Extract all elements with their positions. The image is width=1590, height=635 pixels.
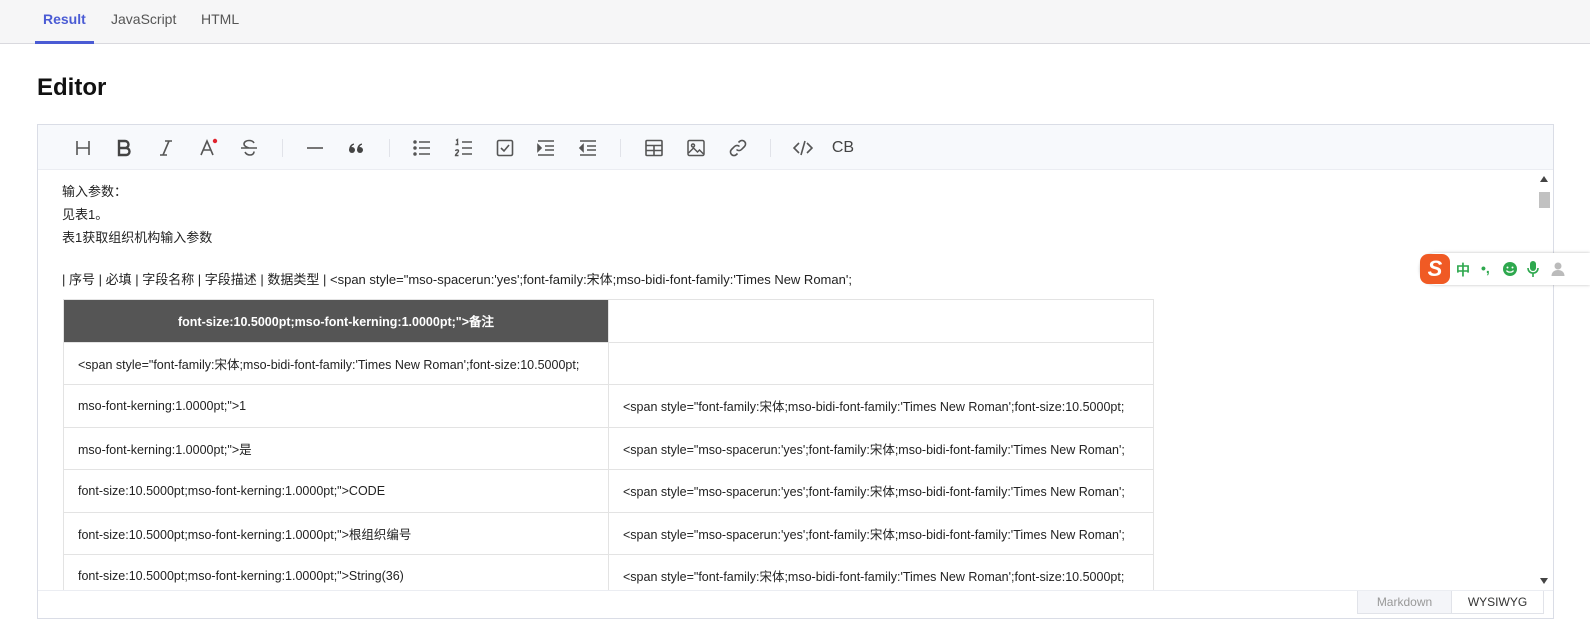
content-table: font-size:10.5000pt;mso-font-kerning:1.0… xyxy=(63,299,1154,590)
code-button[interactable] xyxy=(790,135,816,161)
strikethrough-icon xyxy=(241,139,257,156)
toolbar-divider xyxy=(770,139,771,157)
ime-language-toggle[interactable]: 中 xyxy=(1456,260,1470,280)
image-button[interactable] xyxy=(683,135,709,161)
bold-icon xyxy=(117,139,131,157)
table-cell[interactable]: font-size:10.5000pt;mso-font-kerning:1.0… xyxy=(63,469,609,513)
tab-javascript[interactable]: JavaScript xyxy=(111,0,176,44)
quote-icon xyxy=(349,143,363,153)
tab-bar: Result JavaScript HTML xyxy=(0,0,1590,44)
italic-icon xyxy=(160,140,172,156)
table-row: font-size:10.5000pt;mso-font-kerning:1.0… xyxy=(63,554,1154,590)
table-icon xyxy=(645,139,663,157)
wysiwyg-mode-button[interactable]: WYSIWYG xyxy=(1451,591,1544,614)
emoji-icon[interactable] xyxy=(1502,261,1518,277)
table-row: <span style="font-family:宋体;mso-bidi-fon… xyxy=(63,341,1154,385)
ime-toolbar[interactable]: S 中 •, xyxy=(1420,253,1590,285)
task-list-icon xyxy=(496,139,514,157)
bullet-list-icon xyxy=(413,140,430,156)
toolbar-divider xyxy=(389,139,390,157)
heading-button[interactable] xyxy=(70,135,96,161)
table-header-cell[interactable] xyxy=(608,299,1154,343)
ordered-list-icon xyxy=(454,138,472,157)
task-list-button[interactable] xyxy=(492,135,518,161)
table-row: font-size:10.5000pt;mso-font-kerning:1.0… xyxy=(63,469,1154,513)
paragraph: 输入参数： xyxy=(62,184,128,199)
table-header-row: font-size:10.5000pt;mso-font-kerning:1.0… xyxy=(63,299,1154,343)
markdown-mode-button[interactable]: Markdown xyxy=(1357,591,1452,614)
bullet-list-button[interactable] xyxy=(409,135,435,161)
table-cell[interactable]: font-size:10.5000pt;mso-font-kerning:1.0… xyxy=(63,511,609,555)
user-icon[interactable] xyxy=(1550,261,1566,277)
table-row: font-size:10.5000pt;mso-font-kerning:1.0… xyxy=(63,511,1154,555)
italic-button[interactable] xyxy=(153,135,179,161)
link-button[interactable] xyxy=(725,135,751,161)
editor-content[interactable]: 输入参数： 见表1。 表1获取组织机构输入参数 | 序号 | 必填 | 字段名称… xyxy=(38,170,1536,590)
scroll-down-arrow-icon[interactable] xyxy=(1540,578,1548,584)
codeblock-button[interactable]: CB xyxy=(830,135,856,161)
quote-button[interactable] xyxy=(343,135,369,161)
table-button[interactable] xyxy=(641,135,667,161)
hr-button[interactable] xyxy=(302,135,328,161)
table-row: mso-font-kerning:1.0000pt;">是 <span styl… xyxy=(63,426,1154,470)
toolbar-divider xyxy=(620,139,621,157)
microphone-icon[interactable] xyxy=(1526,260,1540,278)
table-cell[interactable]: <span style="font-family:宋体;mso-bidi-fon… xyxy=(63,341,609,385)
link-icon xyxy=(729,139,747,157)
indent-button[interactable] xyxy=(533,135,559,161)
image-icon xyxy=(687,139,705,157)
table-row: mso-font-kerning:1.0000pt;">1 <span styl… xyxy=(63,384,1154,428)
outdent-button[interactable] xyxy=(575,135,601,161)
mode-switch: Markdown WYSIWYG xyxy=(38,590,1553,618)
tab-html[interactable]: HTML xyxy=(201,0,239,44)
tab-result[interactable]: Result xyxy=(35,0,94,44)
bold-button[interactable] xyxy=(111,135,137,161)
scrollbar-thumb[interactable] xyxy=(1539,192,1550,208)
editor: CB 输入参数： 见表1。 表1获取组织机构输入参数 | 序号 | 必填 | 字… xyxy=(37,124,1554,619)
table-intro-text: | 序号 | 必填 | 字段名称 | 字段描述 | 数据类型 | <span s… xyxy=(62,272,852,287)
table-header-cell[interactable]: font-size:10.5000pt;mso-font-kerning:1.0… xyxy=(63,299,609,343)
ordered-list-button[interactable] xyxy=(451,135,477,161)
table-cell[interactable]: font-size:10.5000pt;mso-font-kerning:1.0… xyxy=(63,554,609,590)
text-color-icon xyxy=(200,138,218,156)
indent-icon xyxy=(537,140,554,156)
code-icon xyxy=(793,140,813,156)
heading-icon xyxy=(76,141,90,155)
ime-punctuation-toggle[interactable]: •, xyxy=(1481,260,1490,276)
table-cell[interactable]: <span style="mso-spacerun:'yes';font-fam… xyxy=(608,426,1154,470)
paragraph: 见表1。 xyxy=(62,207,109,222)
strike-button[interactable] xyxy=(236,135,262,161)
scroll-up-arrow-icon[interactable] xyxy=(1540,176,1548,182)
paragraph: 表1获取组织机构输入参数 xyxy=(62,230,213,245)
ime-logo-icon[interactable]: S xyxy=(1420,254,1450,284)
table-cell[interactable]: <span style="mso-spacerun:'yes';font-fam… xyxy=(608,511,1154,555)
outdent-icon xyxy=(578,140,596,156)
table-cell[interactable]: <span style="font-family:宋体;mso-bidi-fon… xyxy=(608,554,1154,590)
table-cell[interactable]: <span style="mso-spacerun:'yes';font-fam… xyxy=(608,469,1154,513)
table-cell[interactable] xyxy=(608,341,1154,385)
table-cell[interactable]: <span style="font-family:宋体;mso-bidi-fon… xyxy=(608,384,1154,428)
text-color-button[interactable] xyxy=(195,135,221,161)
table-cell[interactable]: mso-font-kerning:1.0000pt;">1 xyxy=(63,384,609,428)
vertical-scrollbar[interactable] xyxy=(1536,170,1553,590)
page-title: Editor xyxy=(37,74,107,101)
table-cell[interactable]: mso-font-kerning:1.0000pt;">是 xyxy=(63,426,609,470)
editor-toolbar: CB xyxy=(38,125,1553,170)
codeblock-icon: CB xyxy=(831,139,855,156)
horizontal-rule-icon xyxy=(307,147,323,149)
toolbar-divider xyxy=(282,139,283,157)
